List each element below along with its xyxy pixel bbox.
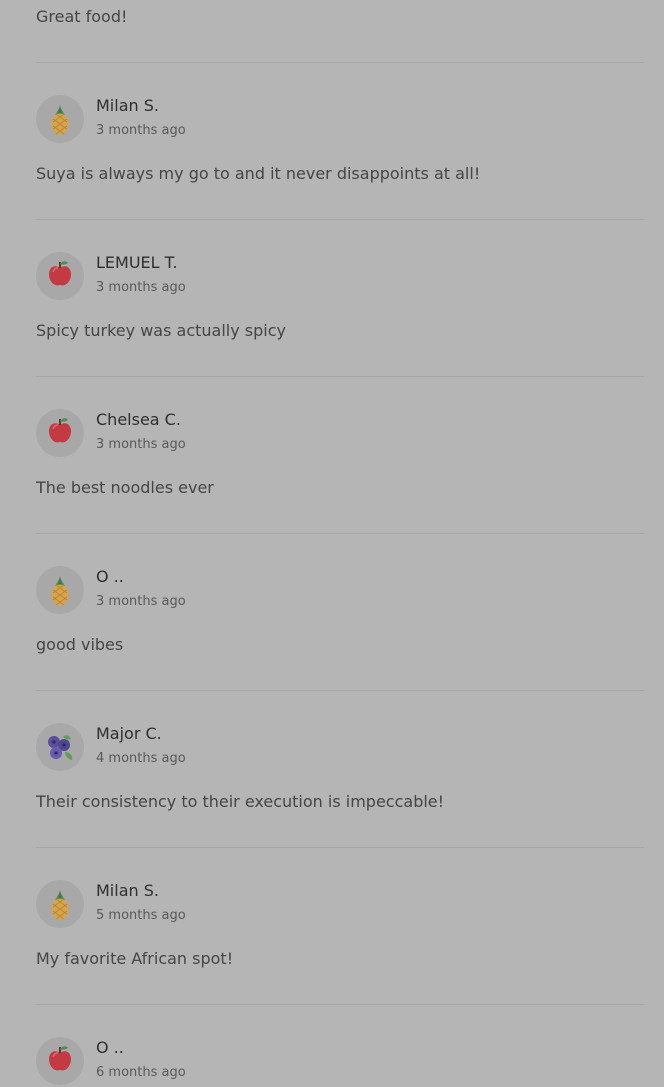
avatar bbox=[36, 566, 84, 614]
review-time: 3 months ago bbox=[96, 437, 186, 452]
review-item: LEMUEL T. 3 months ago Spicy turkey was … bbox=[36, 220, 644, 377]
review-item: Milan S. 5 months ago My favorite Africa… bbox=[36, 848, 644, 1005]
pineapple-icon bbox=[51, 105, 69, 135]
review-time: 3 months ago bbox=[96, 123, 186, 138]
review-time: 3 months ago bbox=[96, 280, 186, 295]
reviews-page: Great food! Milan S. 3 months ago Suya i… bbox=[0, 0, 664, 1087]
reviewer-name: Major C. bbox=[96, 724, 162, 743]
review-text: Spicy turkey was actually spicy bbox=[36, 321, 286, 340]
review-text: Great food! bbox=[36, 7, 128, 26]
review-item: Milan S. 3 months ago Suya is always my … bbox=[36, 63, 644, 220]
review-text: Their consistency to their execution is … bbox=[36, 792, 445, 811]
review-time: 6 months ago bbox=[96, 1065, 186, 1080]
avatar bbox=[36, 409, 84, 457]
review-item: Major C. 4 months ago Their consistency … bbox=[36, 691, 644, 848]
review-time: 3 months ago bbox=[96, 594, 186, 609]
pineapple-icon bbox=[51, 576, 69, 606]
review-text: My favorite African spot! bbox=[36, 949, 234, 968]
review-text: Suya is always my go to and it never dis… bbox=[36, 164, 481, 183]
avatar bbox=[36, 880, 84, 928]
review-item: Chelsea C. 3 months ago The best noodles… bbox=[36, 377, 644, 534]
reviewer-name: O .. bbox=[96, 1038, 124, 1057]
reviewer-name: LEMUEL T. bbox=[96, 253, 178, 272]
reviewer-name: O .. bbox=[96, 567, 124, 586]
review-item: O .. 6 months ago bbox=[36, 1005, 644, 1087]
reviewer-name: Milan S. bbox=[96, 881, 159, 900]
review-time: 4 months ago bbox=[96, 751, 186, 766]
reviewer-name: Chelsea C. bbox=[96, 410, 181, 429]
avatar bbox=[36, 95, 84, 143]
review-text: The best noodles ever bbox=[36, 478, 214, 497]
review-time: 5 months ago bbox=[96, 908, 186, 923]
review-item: O .. 3 months ago good vibes bbox=[36, 534, 644, 691]
apple-icon bbox=[49, 261, 71, 286]
pineapple-icon bbox=[51, 890, 69, 920]
apple-icon bbox=[49, 418, 71, 443]
avatar bbox=[36, 1037, 84, 1085]
blueberry-icon bbox=[48, 735, 73, 760]
avatar bbox=[36, 723, 84, 771]
avatar bbox=[36, 252, 84, 300]
reviewer-name: Milan S. bbox=[96, 96, 159, 115]
review-text: good vibes bbox=[36, 635, 124, 654]
apple-icon bbox=[49, 1046, 71, 1071]
